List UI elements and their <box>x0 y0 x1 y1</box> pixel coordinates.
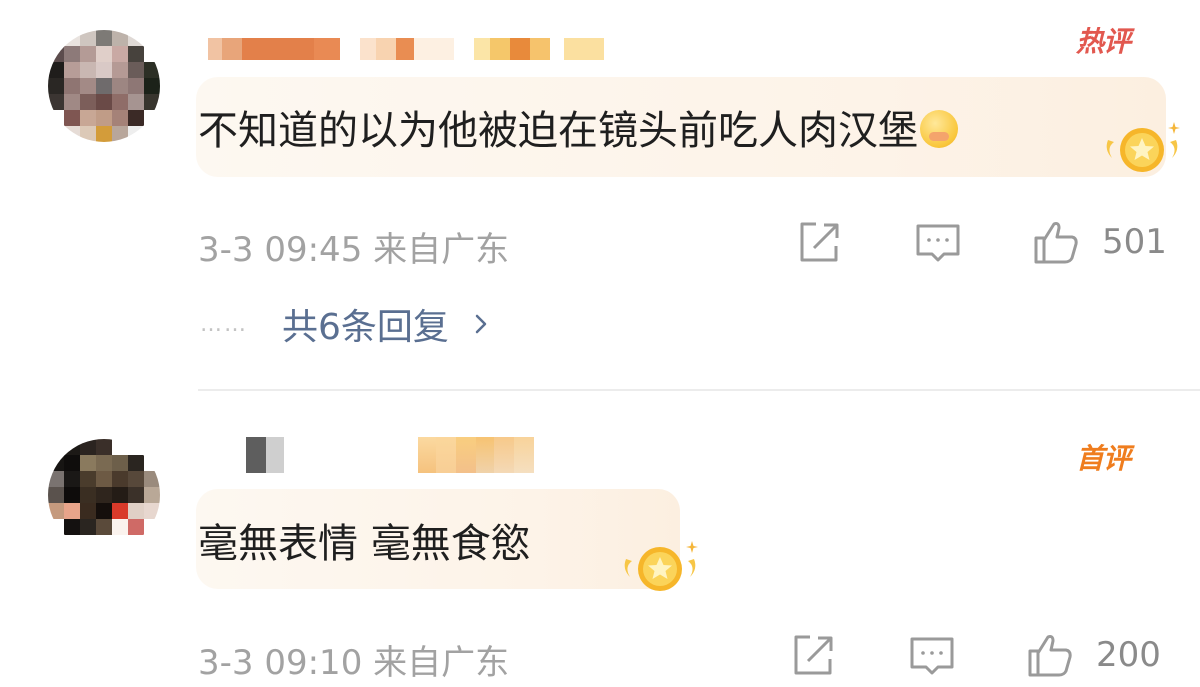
avatar[interactable] <box>48 439 160 551</box>
like-count: 501 <box>1102 222 1167 262</box>
comment-card: 首评 毫無表情 毫無食慾 3-3 09:10 来自广东 200 <box>0 391 1200 687</box>
comment-icon[interactable] <box>914 220 962 268</box>
thumbs-up-icon[interactable] <box>1032 218 1080 266</box>
crying-emoji-icon <box>920 110 958 148</box>
comment-icon[interactable] <box>908 633 956 681</box>
first-comment-tag: 首评 <box>1076 442 1131 475</box>
comment-card: 热评 不知道的以为他被迫在镜头前吃人肉汉堡 3-3 09:45 来自广东 501… <box>0 0 1200 390</box>
chevron-right-icon <box>475 314 487 334</box>
avatar[interactable] <box>48 30 160 142</box>
username-blurred[interactable] <box>208 38 604 60</box>
replies-row: …… 共6条回复 <box>200 300 493 348</box>
gold-star-badge-icon <box>1106 122 1180 172</box>
comment-text: 不知道的以为他被迫在镜头前吃人肉汉堡 <box>198 98 958 156</box>
comment-text: 毫無表情 毫無食慾 <box>198 521 531 567</box>
like-count: 200 <box>1096 635 1161 675</box>
share-icon[interactable] <box>794 218 842 266</box>
comment-meta: 3-3 09:45 来自广东 <box>198 230 510 270</box>
username-blurred[interactable] <box>246 437 534 473</box>
share-icon[interactable] <box>788 631 836 679</box>
comment-meta: 3-3 09:10 来自广东 <box>198 643 510 683</box>
view-replies-link[interactable]: 共6条回复 <box>282 298 493 350</box>
thumbs-up-icon[interactable] <box>1026 631 1074 679</box>
replies-dots: …… <box>200 311 248 337</box>
gold-star-badge-icon <box>624 541 698 591</box>
hot-comment-tag: 热评 <box>1076 25 1131 58</box>
